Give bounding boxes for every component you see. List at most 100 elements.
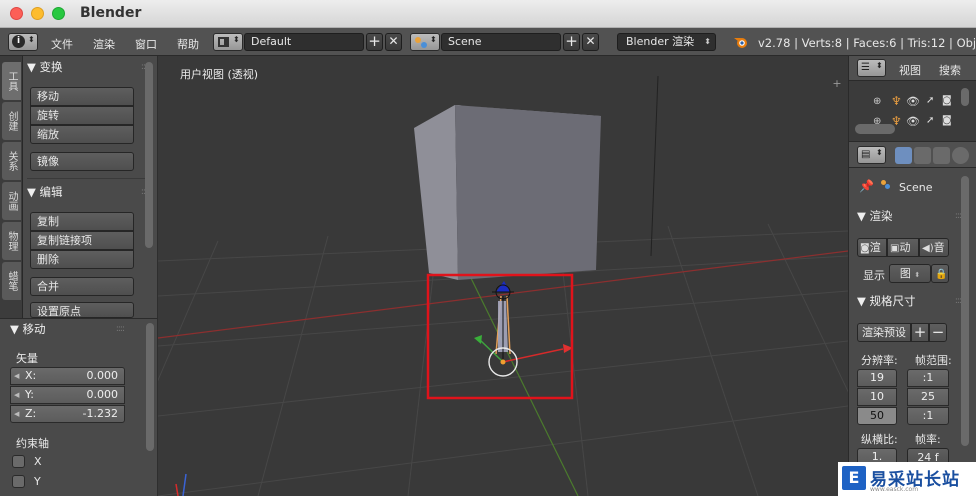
scene-tab-icon[interactable]: [933, 147, 950, 164]
resolution-y-field[interactable]: 10: [857, 388, 897, 406]
tool-shelf-scrollbar[interactable]: [145, 62, 153, 248]
constraint-y-checkbox[interactable]: [12, 475, 25, 488]
tab-tools[interactable]: 工具: [2, 62, 21, 100]
minimize-window-button[interactable]: [31, 7, 44, 20]
resolution-x-field[interactable]: 19: [857, 369, 897, 387]
properties-header: ▤ ⬍: [849, 142, 976, 168]
blender-logo-icon: [734, 38, 747, 48]
tab-physics[interactable]: 物理: [2, 222, 21, 260]
outliner-view-menu[interactable]: 视图: [899, 62, 921, 78]
vector-x-label: X:: [25, 369, 37, 382]
set-origin-button[interactable]: 设置原点: [30, 302, 134, 318]
delete-button[interactable]: 删除: [30, 250, 134, 269]
set-origin-label: 设置原点: [37, 305, 81, 318]
menu-file[interactable]: 文件: [51, 36, 73, 52]
frame-start-field[interactable]: :1: [907, 369, 949, 387]
add-preset-button[interactable]: +: [911, 323, 929, 342]
zoom-window-button[interactable]: [52, 7, 65, 20]
resolution-percentage-field[interactable]: 50: [857, 407, 897, 425]
vector-x-field[interactable]: ◀ X: 0.000: [10, 367, 125, 385]
properties-scrollbar[interactable]: [961, 176, 969, 446]
editor-type-button[interactable]: i ⬍: [8, 33, 38, 51]
delete-scene-button[interactable]: ✕: [582, 33, 599, 51]
cursor-icon: ➚: [926, 95, 935, 106]
close-window-button[interactable]: [10, 7, 23, 20]
mirror-button[interactable]: 镜像: [30, 152, 134, 171]
duplicate-button[interactable]: 复制: [30, 212, 134, 231]
outliner-editor-type-button[interactable]: ☰ ⬍: [857, 59, 886, 77]
duplicate-linked-button[interactable]: 复制链接项: [30, 231, 134, 250]
3d-viewport[interactable]: 用户视图 (透视) +: [158, 56, 848, 496]
remove-preset-button[interactable]: −: [929, 323, 947, 342]
render-audio-button[interactable]: ◀)音频: [919, 238, 949, 257]
frame-step-field[interactable]: :1: [907, 407, 949, 425]
render-image-button[interactable]: ◙渲染: [857, 238, 887, 257]
operator-panel-header[interactable]: ▼ 移动 ::::: [10, 319, 136, 339]
viewport-expand-icon[interactable]: +: [831, 78, 843, 90]
lock-icon: 🔒: [935, 269, 948, 280]
tab-animation[interactable]: 动画: [2, 182, 21, 220]
join-button[interactable]: 合并: [30, 277, 134, 296]
outliner-vscrollbar[interactable]: [961, 88, 969, 106]
close-icon: ✕: [585, 34, 596, 48]
scene-selector[interactable]: ⬍: [410, 33, 440, 51]
pin-icon[interactable]: 📌: [859, 179, 874, 193]
constraint-x-label: X: [34, 455, 42, 468]
menu-window[interactable]: 窗口: [135, 36, 157, 52]
transform-panel-header[interactable]: ▼ 变换 ::::: [27, 57, 153, 77]
vector-y-label: Y:: [25, 388, 34, 401]
vector-y-field[interactable]: ◀ Y: 0.000: [10, 386, 125, 404]
properties-editor-type-button[interactable]: ▤ ⬍: [857, 146, 886, 164]
outliner-search-menu[interactable]: 搜索: [939, 62, 961, 78]
panel-divider: [27, 178, 151, 179]
plus-icon: +: [368, 32, 381, 50]
vector-z-field[interactable]: ◀ Z: -1.232: [10, 405, 125, 423]
constraint-x-checkbox[interactable]: [12, 455, 25, 468]
translate-button[interactable]: 移动: [30, 87, 134, 106]
close-icon: ✕: [388, 34, 399, 48]
arrow-left-icon: ◀: [14, 372, 20, 380]
drag-grip-icon[interactable]: ::::: [116, 319, 125, 339]
triangle-down-icon: ▼: [27, 60, 36, 74]
tab-create[interactable]: 创建: [2, 102, 21, 140]
render-tab-icon[interactable]: [895, 147, 912, 164]
tab-grease-pencil[interactable]: 蜡笔: [2, 262, 21, 300]
screen-layout-selector[interactable]: ⬍: [213, 33, 243, 51]
dimensions-panel-header[interactable]: ▼ 规格尺寸 ::::: [857, 291, 967, 311]
vector-x-value: 0.000: [86, 369, 119, 382]
vector-label: 矢量: [16, 352, 38, 365]
site-watermark: E 易采站长站 www.easck.com: [838, 462, 976, 496]
camera-icon: ◙: [860, 243, 870, 254]
rotate-button[interactable]: 旋转: [30, 106, 134, 125]
viewport-scene: [158, 75, 848, 496]
scene-stats: v2.78 | Verts:8 | Faces:6 | Tris:12 | Ob…: [758, 36, 976, 50]
tab-relations[interactable]: 关系: [2, 142, 21, 180]
render-engine-selector[interactable]: Blender 渲染 ⬍: [617, 33, 716, 51]
add-screen-button[interactable]: +: [366, 33, 383, 51]
display-mode-select[interactable]: 图 ⬍: [889, 264, 931, 283]
scene-field[interactable]: Scene: [441, 33, 561, 51]
vector-z-value: -1.232: [82, 407, 118, 420]
edit-panel-header[interactable]: ▼ 编辑 ::::: [27, 182, 153, 202]
cube-front-face: [455, 105, 601, 280]
delete-screen-button[interactable]: ✕: [385, 33, 402, 51]
vector-y-value: 0.000: [86, 388, 119, 401]
outliner-row[interactable]: ⊕ ♆ 👁 ➚ ◙: [859, 94, 959, 109]
world-tab-icon[interactable]: [952, 147, 969, 164]
chevron-updown-icon: ⬍: [704, 37, 711, 46]
outliner-hscrollbar[interactable]: [855, 124, 895, 134]
chevron-updown-icon: ⬍: [430, 35, 437, 44]
screen-layout-field[interactable]: Default: [244, 33, 364, 51]
add-scene-button[interactable]: +: [563, 33, 580, 51]
render-layers-tab-icon[interactable]: [914, 147, 931, 164]
render-panel-header[interactable]: ▼ 渲染 ::::: [857, 206, 967, 226]
frame-end-field[interactable]: 25: [907, 388, 949, 406]
menu-render[interactable]: 渲染: [93, 36, 115, 52]
watermark-logo-icon: E: [842, 466, 866, 490]
render-animation-button[interactable]: ▣动画: [887, 238, 919, 257]
render-preset-select[interactable]: 渲染预设: [857, 323, 911, 342]
scale-button[interactable]: 缩放: [30, 125, 134, 144]
menu-help[interactable]: 帮助: [177, 36, 199, 52]
lock-interface-toggle[interactable]: 🔒: [931, 264, 949, 283]
operator-scrollbar[interactable]: [146, 323, 154, 451]
